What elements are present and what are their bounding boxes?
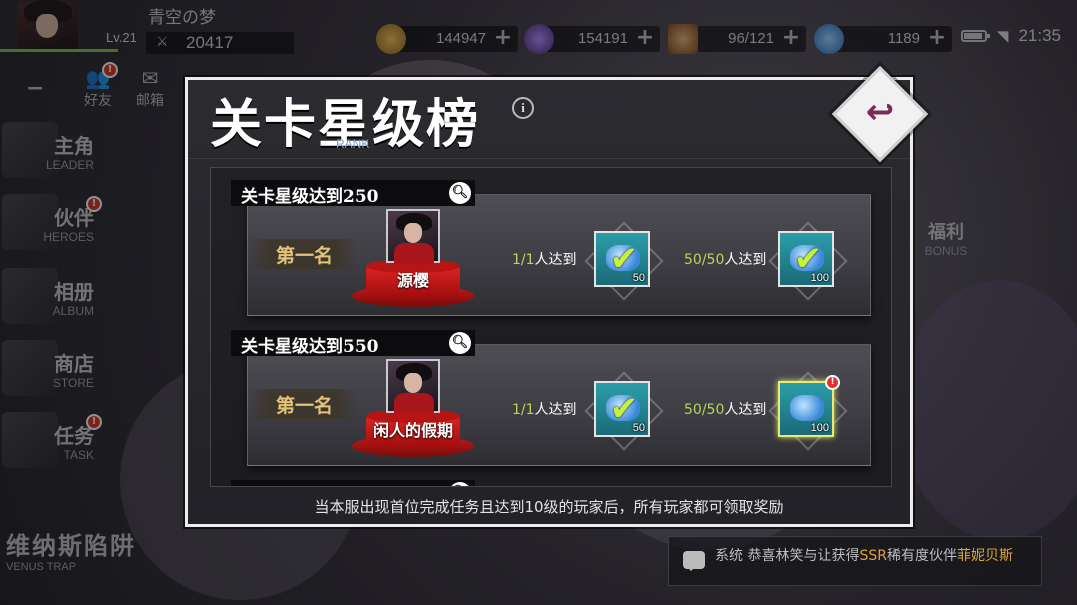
chat-hero-name: 菲妮贝斯 <box>956 548 1013 564</box>
podium[interactable]: 闲人的假期 <box>348 359 478 465</box>
reward-quantity: 100 <box>810 422 829 434</box>
diamond-reward-icon: 100 <box>778 381 834 437</box>
reward-quantity: 50 <box>632 422 645 434</box>
condition-label: 人达到 <box>724 252 767 268</box>
claim-alert-badge: ! <box>825 375 840 390</box>
reward-item[interactable]: ✔ 50 <box>594 381 650 437</box>
rank-card: 第一名 闲人的假期 1/1人达到 ✔ 50 50/50人达到 100 ! 关卡星… <box>231 330 875 468</box>
rank-card: 第一名 源樱 1/1人达到 ✔ 50 50/50人达到 ✔ 100 关卡星级达到… <box>231 180 875 318</box>
condition-count: 1/1 <box>512 402 535 418</box>
rank-tag: 第一名 <box>248 389 358 419</box>
player-portrait[interactable] <box>386 359 440 413</box>
claimable-reward-item[interactable]: 100 ! <box>778 375 840 437</box>
reward-quantity: 100 <box>810 272 829 284</box>
condition-count: 50/50 <box>684 252 725 268</box>
diamond-reward-icon: ✔ 50 <box>594 381 650 437</box>
rank-card-header: 关卡星级达到550 🔍︎ <box>231 330 475 357</box>
rank-card: 🔍︎ <box>231 480 875 486</box>
dialog-subtitle: RANK <box>336 137 370 151</box>
rank-card-header: 关卡星级达到250 🔍︎ <box>231 180 475 207</box>
diamond-reward-icon: ✔ 50 <box>594 231 650 287</box>
rank-card-title: 关卡星级达到250 <box>241 187 379 207</box>
chat-bubble-icon <box>683 551 705 571</box>
info-icon[interactable]: i <box>512 97 534 119</box>
condition-text: 50/50人达到 <box>684 249 766 269</box>
podium[interactable]: 源樱 <box>348 209 478 315</box>
chat-rarity: SSR <box>859 548 887 564</box>
condition-text: 50/50人达到 <box>684 399 766 419</box>
search-icon[interactable]: 🔍︎ <box>449 182 471 204</box>
condition-text: 1/1人达到 <box>512 249 577 269</box>
rank-card-body: 第一名 源樱 1/1人达到 ✔ 50 50/50人达到 ✔ 100 <box>247 194 871 316</box>
search-icon[interactable]: 🔍︎ <box>449 482 471 486</box>
rank-label: 第一名 <box>276 395 334 417</box>
chat-ticker[interactable]: 系统 恭喜林笑与让获得SSR稀有度伙伴菲妮贝斯 <box>668 536 1042 586</box>
reward-item[interactable]: ✔ 100 <box>778 231 834 287</box>
back-button[interactable]: ↩ <box>831 65 929 163</box>
condition-count: 50/50 <box>684 402 725 418</box>
chat-prefix: 系统 恭喜林笑与让获得 <box>715 548 860 564</box>
dialog-footer-note: 当本服出现首位完成任务且达到10级的玩家后，所有玩家都可领取奖励 <box>314 498 784 516</box>
condition-label: 人达到 <box>534 402 577 418</box>
top-player-name: 源樱 <box>396 271 429 290</box>
reward-item[interactable]: ✔ 50 <box>594 231 650 287</box>
chat-message: 系统 恭喜林笑与让获得SSR稀有度伙伴菲妮贝斯 <box>715 545 1013 565</box>
top-player-name: 闲人的假期 <box>372 421 453 440</box>
condition-label: 人达到 <box>534 252 577 268</box>
condition-label: 人达到 <box>724 402 767 418</box>
rank-card-title: 关卡星级达到550 <box>241 337 379 357</box>
rank-tag: 第一名 <box>248 239 358 269</box>
search-icon[interactable]: 🔍︎ <box>449 332 471 354</box>
chat-middle: 稀有度伙伴 <box>886 548 957 564</box>
player-portrait[interactable] <box>386 209 440 263</box>
reward-quantity: 50 <box>632 272 645 284</box>
star-rank-dialog: 关卡星级榜 RANK i 第一名 源樱 1/1人达到 ✔ 50 50/50人达到… <box>185 77 913 527</box>
rank-label: 第一名 <box>276 245 334 267</box>
rank-card-body: 第一名 闲人的假期 1/1人达到 ✔ 50 50/50人达到 100 ! <box>247 344 871 466</box>
rank-list[interactable]: 第一名 源樱 1/1人达到 ✔ 50 50/50人达到 ✔ 100 关卡星级达到… <box>210 167 892 487</box>
condition-count: 1/1 <box>512 252 535 268</box>
rank-card-header: 🔍︎ <box>231 480 475 486</box>
condition-text: 1/1人达到 <box>512 399 577 419</box>
return-arrow-icon: ↩ <box>865 92 895 132</box>
diamond-reward-icon: ✔ 100 <box>778 231 834 287</box>
